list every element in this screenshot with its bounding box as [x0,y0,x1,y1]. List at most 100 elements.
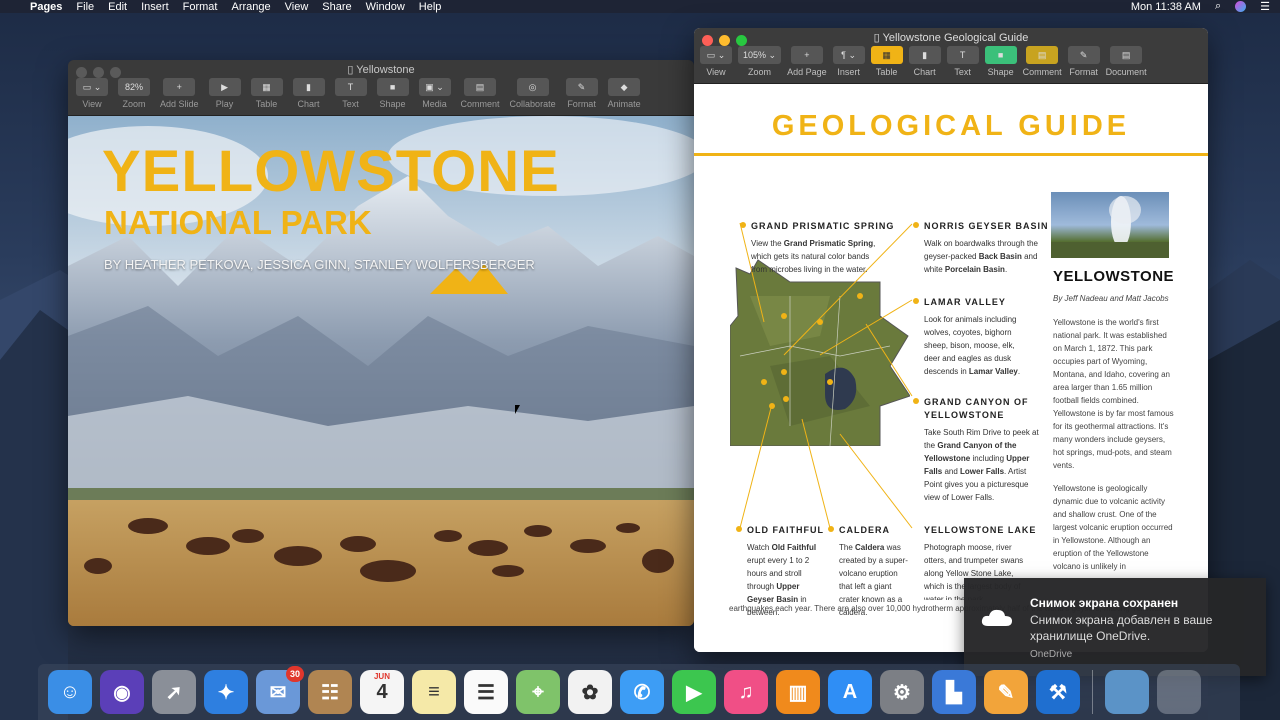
toolbar-shape[interactable]: ■ Shape [376,78,409,109]
shape-icon[interactable]: ■ [984,46,1017,64]
document-page[interactable]: GEOLOGICAL GUIDE GRAND PRISMATIC SPRING … [694,84,1208,652]
slide-authors[interactable]: BY HEATHER PETKOVA, JESSICA GINN, STANLE… [104,257,535,272]
books-glyph: ▥ [788,681,808,704]
comment-icon[interactable]: ▤ [464,78,497,96]
dock-notes-icon[interactable]: ≡ [412,670,456,714]
toolbar-chart[interactable]: ▮ Chart [292,78,325,109]
collaborate-icon[interactable]: ◎ [516,78,549,96]
toolbar-document[interactable]: ▤ Document [1106,46,1147,77]
spotlight-search-icon[interactable]: ⌕ [1215,0,1221,13]
dock-app-store-icon[interactable]: A [828,670,872,714]
keynote-titlebar[interactable]: ▯ Yellowstone ▭ ⌄ View 82% Zoom + Add Slide ▶ P… [68,60,694,116]
dock-trash-icon[interactable] [1157,670,1201,714]
slide-canvas[interactable]: YELLOWSTONE NATIONAL PARK BY HEATHER PET… [68,116,694,626]
menu-file[interactable]: File [76,1,94,13]
toolbar-label: Format [1069,67,1098,77]
media-icon[interactable]: ▣ ⌄ [418,78,451,96]
add-slide-icon[interactable]: + [163,78,196,96]
dock-photos-icon[interactable]: ✿ [568,670,612,714]
toolbar-insert[interactable]: ¶ ⌄ Insert [832,46,865,77]
dock-mail-icon[interactable]: ✉ 30 [256,666,304,714]
menu-window[interactable]: Window [366,1,405,13]
toolbar-view[interactable]: ▭ ⌄ View [700,46,732,77]
dock-contacts-icon[interactable]: ☷ [308,670,352,714]
dock-itunes-icon[interactable]: ♫ [724,670,768,714]
menu-view[interactable]: View [285,1,309,13]
dock-siri-icon[interactable]: ◉ [100,670,144,714]
toolbar-label: Comment [1022,67,1062,77]
dock-messages-icon[interactable]: ✆ [620,670,664,714]
dock-downloads-folder-icon[interactable] [1105,670,1149,714]
dock-system-preferences-icon[interactable]: ⚙ [880,670,924,714]
slide-subtitle[interactable]: NATIONAL PARK [104,204,372,242]
calendar-month: JUN [373,672,390,681]
comment-icon[interactable]: ▤ [1026,46,1059,64]
text-icon[interactable]: T [946,46,979,64]
toolbar-zoom[interactable]: 105% ⌄ Zoom [738,46,782,77]
dock-launchpad-icon[interactable]: ➚ [152,670,196,714]
play-icon[interactable]: ▶ [208,78,241,96]
onedrive-notification[interactable]: Снимок экрана сохранен Снимок экрана доб… [964,578,1266,676]
toolbar-media[interactable]: ▣ ⌄ Media [418,78,451,109]
view-icon[interactable]: ▭ ⌄ [700,46,732,64]
menu-format[interactable]: Format [183,1,218,13]
notification-center-icon[interactable]: ☰ [1260,0,1270,13]
toolbar-label: Comment [460,99,500,109]
toolbar-table[interactable]: ▦ Table [250,78,283,109]
toolbar-animate[interactable]: ◆ Animate [608,78,641,109]
view-icon[interactable]: ▭ ⌄ [76,78,108,96]
toolbar-zoom[interactable]: 82% Zoom [118,78,150,109]
dock-pages-icon[interactable]: ✎ [984,670,1028,714]
menu-arrange[interactable]: Arrange [231,1,270,13]
clock[interactable]: Mon 11:38 AM [1131,1,1201,13]
animate-icon[interactable]: ◆ [608,78,641,96]
dock-facetime-icon[interactable]: ▶ [672,670,716,714]
menu-share[interactable]: Share [322,1,351,13]
dock-reminders-icon[interactable]: ☰ [464,670,508,714]
toolbar-add-page[interactable]: + Add Page [787,46,827,77]
toolbar-format[interactable]: ✎ Format [1067,46,1100,77]
dock-keynote-icon[interactable]: ▙ [932,670,976,714]
pages-titlebar[interactable]: ▯ Yellowstone Geological Guide ▭ ⌄ View 10… [694,28,1208,84]
toolbar-comment[interactable]: ▤ Comment [461,78,500,109]
slide-title[interactable]: YELLOWSTONE [102,138,560,205]
siri-icon[interactable] [1235,1,1247,12]
dock-maps-icon[interactable]: ⌖ [516,670,560,714]
toolbar-shape[interactable]: ■ Shape [984,46,1017,77]
format-icon[interactable]: ✎ [565,78,598,96]
dock-xcode-icon[interactable]: ⚒ [1036,670,1080,714]
table-icon[interactable]: ▦ [870,46,903,64]
toolbar-table[interactable]: ▦ Table [870,46,903,77]
menu-app-name[interactable]: Pages [30,1,62,13]
menu-help[interactable]: Help [419,1,442,13]
shape-icon[interactable]: ■ [376,78,409,96]
toolbar-chart[interactable]: ▮ Chart [908,46,941,77]
insert-icon[interactable]: ¶ ⌄ [832,46,865,64]
add-page-icon[interactable]: + [790,46,823,64]
toolbar-text[interactable]: T Text [334,78,367,109]
toolbar-collaborate[interactable]: ◎ Collaborate [510,78,556,109]
zoom-icon[interactable]: 105% ⌄ [738,46,782,64]
format-icon[interactable]: ✎ [1067,46,1100,64]
text-icon[interactable]: T [334,78,367,96]
dock-finder-icon[interactable]: ☺ [48,670,92,714]
toolbar-add-slide[interactable]: + Add Slide [160,78,199,109]
menu-edit[interactable]: Edit [108,1,127,13]
toolbar-format[interactable]: ✎ Format [565,78,598,109]
document-icon[interactable]: ▤ [1110,46,1143,64]
dock-safari-icon[interactable]: ✦ [204,670,248,714]
toolbar-play[interactable]: ▶ Play [208,78,241,109]
toolbar-label: Zoom [122,99,146,109]
toolbar-comment[interactable]: ▤ Comment [1023,46,1062,77]
feature-text: Watch [747,543,772,552]
dock-calendar-icon[interactable]: 4 JUN [360,670,404,714]
menu-insert[interactable]: Insert [141,1,169,13]
toolbar-text[interactable]: T Text [946,46,979,77]
chart-icon[interactable]: ▮ [908,46,941,64]
toolbar-label: Chart [913,67,936,77]
zoom-icon[interactable]: 82% [118,78,150,96]
dock-books-icon[interactable]: ▥ [776,670,820,714]
chart-icon[interactable]: ▮ [292,78,325,96]
toolbar-view[interactable]: ▭ ⌄ View [76,78,108,109]
table-icon[interactable]: ▦ [250,78,283,96]
